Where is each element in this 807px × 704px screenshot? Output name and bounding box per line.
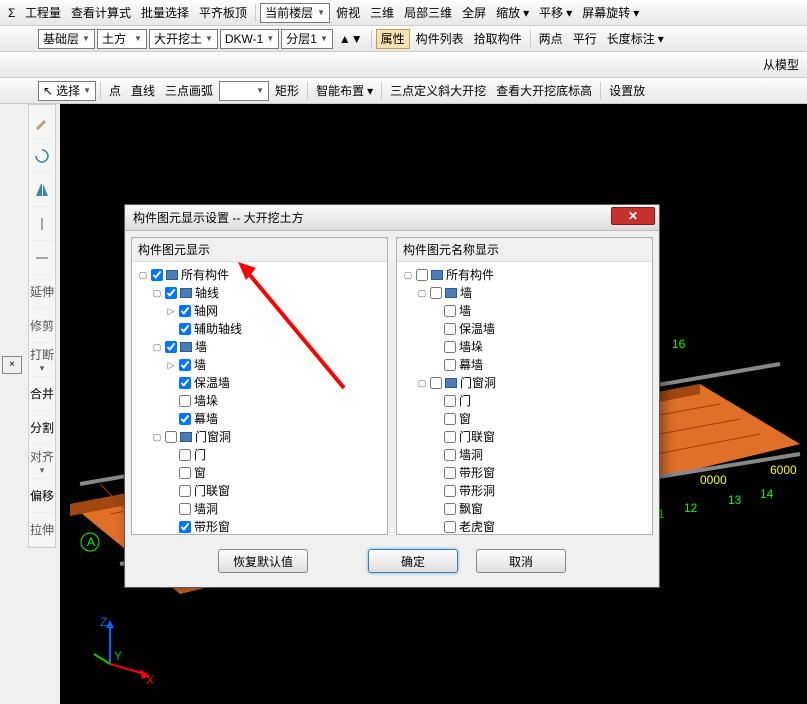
left-panel-header: 构件图元显示 (132, 238, 387, 262)
brush-icon (34, 114, 50, 130)
svg-text:A: A (87, 535, 95, 549)
svg-text:6000: 6000 (770, 463, 797, 477)
btn-view-bottom[interactable]: 查看大开挖底标高 (492, 81, 596, 101)
svg-text:16: 16 (672, 337, 686, 351)
svg-text:X: X (146, 673, 154, 684)
dialog-close-button[interactable]: ✕ (611, 207, 655, 225)
cb-wall[interactable] (165, 341, 177, 353)
select-current-floor[interactable]: 当前楼层▼ (260, 3, 330, 23)
btn-3pt-define[interactable]: 三点定义斜大开挖 (386, 81, 490, 101)
right-tree[interactable]: ▢所有构件 ▢墙 墙 保温墙 墙垛 幕墙 ▢门窗洞 (397, 262, 652, 534)
dialog-footer: 恢复默认值 确定 取消 (125, 541, 659, 581)
svg-text:14: 14 (760, 487, 774, 501)
btn-component-list[interactable]: 构件列表 (412, 29, 468, 49)
vtool-split[interactable]: 分割 (29, 411, 55, 445)
btn-spinner[interactable]: ▲▼ (335, 29, 367, 49)
vtool-vline[interactable] (29, 207, 55, 241)
btn-select[interactable]: ↖选择▼ (38, 81, 96, 101)
btn-3d[interactable]: 三维 (366, 3, 398, 23)
btn-zoom[interactable]: 缩放▾ (492, 3, 533, 23)
vtool-extend[interactable]: 延伸 (29, 275, 55, 309)
folder-icon (166, 270, 178, 280)
toolbar-row-1: Σ工程量 查看计算式 批量选择 平齐板顶 当前楼层▼ 俯视 三维 局部三维 全屏… (0, 0, 807, 26)
btn-top-view[interactable]: 俯视 (332, 3, 364, 23)
btn-view-formula[interactable]: 查看计算式 (67, 3, 135, 23)
btn-pick-component[interactable]: 拾取构件 (470, 29, 526, 49)
tree-root-label: 所有构件 (181, 266, 229, 284)
vtool-offset[interactable]: 偏移 (29, 479, 55, 513)
btn-ok[interactable]: 确定 (368, 549, 458, 573)
select-excavation[interactable]: 大开挖土▼ (149, 29, 218, 49)
vtool-align[interactable]: 对齐▾ (29, 445, 55, 479)
select-layer[interactable]: 分层1▼ (281, 29, 333, 49)
dialog-title: 构件图元显示设置 -- 大开挖土方 (133, 209, 304, 226)
btn-fullscreen[interactable]: 全屏 (458, 3, 490, 23)
chevron-down-icon: ▼ (317, 8, 325, 17)
vtool-stretch[interactable]: 拉伸 (29, 513, 55, 547)
toolbar-row-2b: 从模型 (0, 52, 807, 78)
btn-from-model[interactable]: 从模型 (759, 55, 803, 75)
horizontal-line-icon (34, 250, 50, 266)
btn-line[interactable]: 直线 (127, 81, 159, 101)
vertical-toolstrip: 延伸 修剪 打断▾ 合并 分割 对齐▾ 偏移 拉伸 (28, 104, 56, 548)
btn-point[interactable]: 点 (105, 81, 125, 101)
vtool-brush[interactable] (29, 105, 55, 139)
btn-flat-slab-top[interactable]: 平齐板顶 (195, 3, 251, 23)
vtool-hline[interactable] (29, 241, 55, 275)
btn-cancel[interactable]: 取消 (476, 549, 566, 573)
vtool-rotate[interactable] (29, 139, 55, 173)
btn-two-points[interactable]: 两点 (535, 29, 567, 49)
svg-text:0000: 0000 (700, 473, 727, 487)
btn-smart-place[interactable]: 智能布置▾ (312, 81, 377, 101)
svg-text:Y: Y (114, 649, 122, 663)
btn-local-3d[interactable]: 局部三维 (400, 3, 456, 23)
btn-screen-rotate[interactable]: 屏幕旋转▾ (578, 3, 643, 23)
right-panel-header: 构件图元名称显示 (397, 238, 652, 262)
vtool-mirror[interactable] (29, 173, 55, 207)
toolbar-row-3: ↖选择▼ 点 直线 三点画弧 ▼ 矩形 智能布置▾ 三点定义斜大开挖 查看大开挖… (0, 78, 807, 104)
select-dkw[interactable]: DKW-1▼ (220, 29, 279, 49)
right-panel: 构件图元名称显示 ▢所有构件 ▢墙 墙 保温墙 墙垛 幕墙 (396, 237, 653, 535)
cb-axis-aux[interactable] (179, 323, 191, 335)
left-tree[interactable]: ▢所有构件 ▢轴线 ▷轴网 辅助轴线 ▢墙 ▷墙 (132, 262, 387, 534)
collapse-icon[interactable]: ▢ (138, 266, 148, 284)
sigma-icon: Σ (8, 6, 22, 20)
select-earthwork[interactable]: 土方▼ (97, 29, 147, 49)
btn-attributes[interactable]: 属性 (376, 29, 410, 49)
cb-axis-grid[interactable] (179, 305, 191, 317)
axis-gizmo: Z X Y (90, 614, 160, 684)
btn-pan[interactable]: 平移▾ (535, 3, 576, 23)
btn-engineering-qty[interactable]: Σ工程量 (4, 3, 65, 23)
cb-door[interactable] (165, 431, 177, 443)
btn-set-placement[interactable]: 设置放 (605, 81, 649, 101)
vtool-break[interactable]: 打断▾ (29, 343, 55, 377)
cb-all[interactable] (151, 269, 163, 281)
panel-close-x[interactable]: × (2, 356, 22, 374)
svg-text:12: 12 (684, 501, 698, 515)
btn-parallel[interactable]: 平行 (569, 29, 601, 49)
dialog-titlebar[interactable]: 构件图元显示设置 -- 大开挖土方 ✕ (125, 205, 659, 231)
mirror-icon (34, 182, 50, 198)
left-panel: 构件图元显示 ▢所有构件 ▢轴线 ▷轴网 辅助轴线 ▢墙 (131, 237, 388, 535)
vtool-trim[interactable]: 修剪 (29, 309, 55, 343)
display-settings-dialog: 构件图元显示设置 -- 大开挖土方 ✕ 构件图元显示 ▢所有构件 ▢轴线 ▷轴网… (124, 204, 660, 588)
cb-axis[interactable] (165, 287, 177, 299)
select-base-layer[interactable]: 基础层▼ (38, 29, 95, 49)
select-arc-opts[interactable]: ▼ (219, 81, 269, 101)
btn-rect[interactable]: 矩形 (271, 81, 303, 101)
btn-batch-select[interactable]: 批量选择 (137, 3, 193, 23)
btn-length-dim[interactable]: 长度标注▾ (603, 29, 668, 49)
rotate-icon (34, 148, 50, 164)
vtool-merge[interactable]: 合并 (29, 377, 55, 411)
btn-arc-3pt[interactable]: 三点画弧 (161, 81, 217, 101)
btn-restore-defaults[interactable]: 恢复默认值 (218, 549, 308, 573)
vertical-line-icon (34, 216, 50, 232)
svg-text:Z: Z (100, 615, 107, 629)
svg-text:13: 13 (728, 493, 742, 507)
toolbar-row-2: 基础层▼ 土方▼ 大开挖土▼ DKW-1▼ 分层1▼ ▲▼ 属性 构件列表 拾取… (0, 26, 807, 52)
